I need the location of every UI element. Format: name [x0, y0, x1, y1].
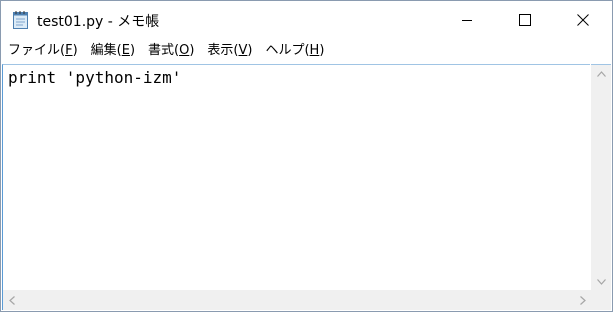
menu-view[interactable]: 表示(V)	[200, 39, 258, 63]
menu-view-label: 表示(	[207, 43, 239, 58]
scroll-left-button[interactable]	[3, 290, 21, 310]
menu-format[interactable]: 書式(O)	[141, 39, 200, 63]
menu-bar: ファイル(F) 編集(E) 書式(O) 表示(V) ヘルプ(H)	[1, 39, 612, 63]
menu-edit-key: E	[121, 43, 130, 58]
notepad-window: test01.py - メモ帳 ファイル(F) 編集(E) 書式(O) 表示(V…	[0, 0, 613, 312]
menu-edit[interactable]: 編集(E)	[84, 39, 141, 63]
minimize-button[interactable]	[438, 1, 496, 39]
scroll-up-button[interactable]	[591, 65, 611, 83]
menu-help[interactable]: ヘルプ(H)	[258, 39, 330, 63]
menu-format-suffix: )	[189, 43, 195, 58]
minimize-icon	[462, 20, 472, 21]
menu-format-key: O	[179, 43, 190, 58]
chevron-down-icon	[596, 279, 606, 285]
scroll-right-button[interactable]	[574, 290, 592, 310]
menu-help-label: ヘルプ(	[265, 43, 310, 58]
scroll-down-button[interactable]	[591, 273, 611, 291]
editor-content[interactable]: print 'python-izm'	[8, 68, 181, 88]
chevron-right-icon	[580, 295, 586, 305]
title-bar[interactable]: test01.py - メモ帳	[1, 1, 612, 39]
menu-help-key: H	[309, 43, 320, 58]
horizontal-scrollbar[interactable]	[2, 290, 592, 310]
chevron-up-icon	[596, 71, 606, 77]
notepad-icon[interactable]	[12, 10, 30, 30]
menu-view-suffix: )	[247, 43, 253, 58]
scrollbar-corner	[591, 290, 611, 310]
maximize-icon	[519, 14, 531, 26]
chevron-left-icon	[9, 295, 15, 305]
menu-file-key: F	[65, 43, 73, 58]
close-icon	[577, 14, 589, 26]
window-title: test01.py - メモ帳	[37, 14, 160, 30]
maximize-button[interactable]	[496, 1, 554, 39]
menu-edit-suffix: )	[129, 43, 136, 58]
menu-file-suffix: )	[72, 43, 78, 58]
menu-help-suffix: )	[319, 43, 325, 58]
menu-format-label: 書式(	[148, 43, 180, 58]
vertical-scrollbar[interactable]	[591, 64, 611, 291]
menu-file-label: ファイル(	[8, 43, 66, 58]
menu-file[interactable]: ファイル(F)	[1, 39, 84, 63]
close-button[interactable]	[554, 1, 612, 39]
menu-edit-label: 編集(	[90, 43, 122, 58]
text-editor[interactable]: print 'python-izm'	[2, 64, 590, 291]
